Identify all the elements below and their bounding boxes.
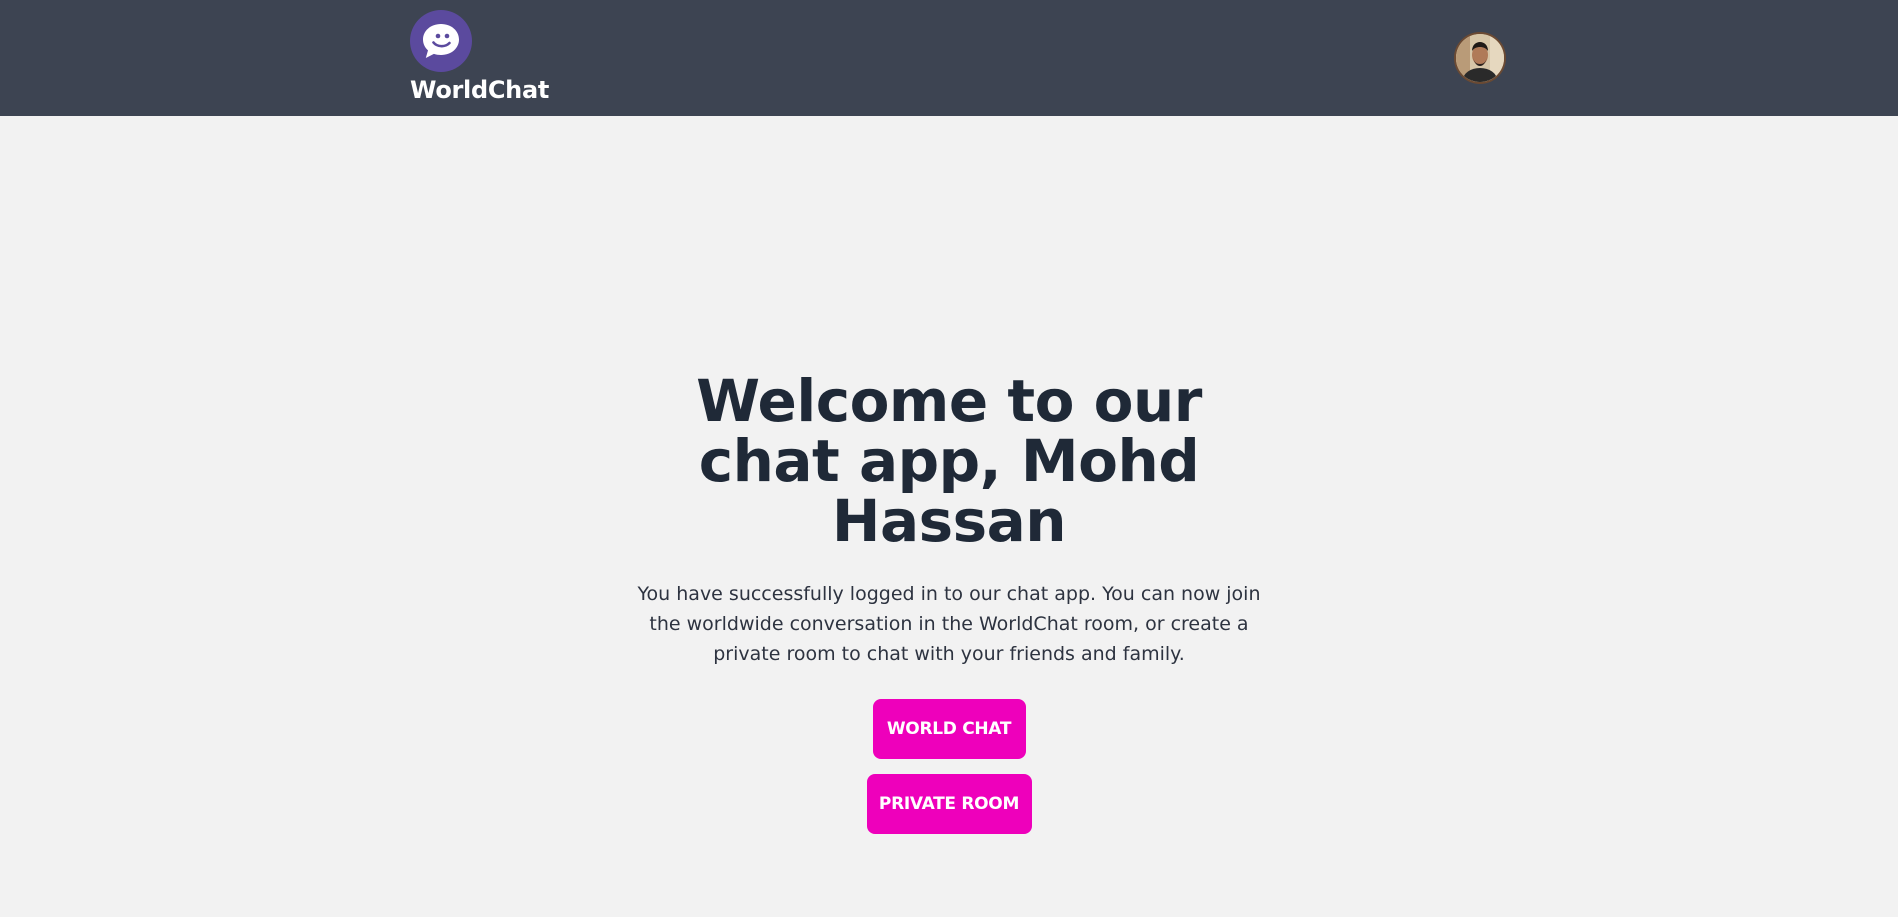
welcome-description: You have successfully logged in to our c… [637,583,1261,665]
welcome-content: Welcome to our chat app, Mohd Hassan You… [629,371,1269,834]
user-avatar-icon [1456,34,1504,82]
world-chat-button-row: WORLD CHAT [629,669,1269,759]
brand-name: WorldChat [410,76,550,104]
page-title: Welcome to our chat app, Mohd Hassan [696,367,1202,555]
user-avatar[interactable] [1454,32,1506,84]
brand-link[interactable]: WorldChat [410,10,549,104]
private-room-button[interactable]: PRIVATE ROOM [866,774,1032,834]
welcome-section: Welcome to our chat app, Mohd Hassan You… [0,116,1898,917]
chat-bubble-icon [410,10,472,72]
private-room-button-row: PRIVATE ROOM [629,759,1269,834]
world-chat-button[interactable]: WORLD CHAT [872,699,1026,759]
top-navbar: WorldChat [0,0,1898,116]
